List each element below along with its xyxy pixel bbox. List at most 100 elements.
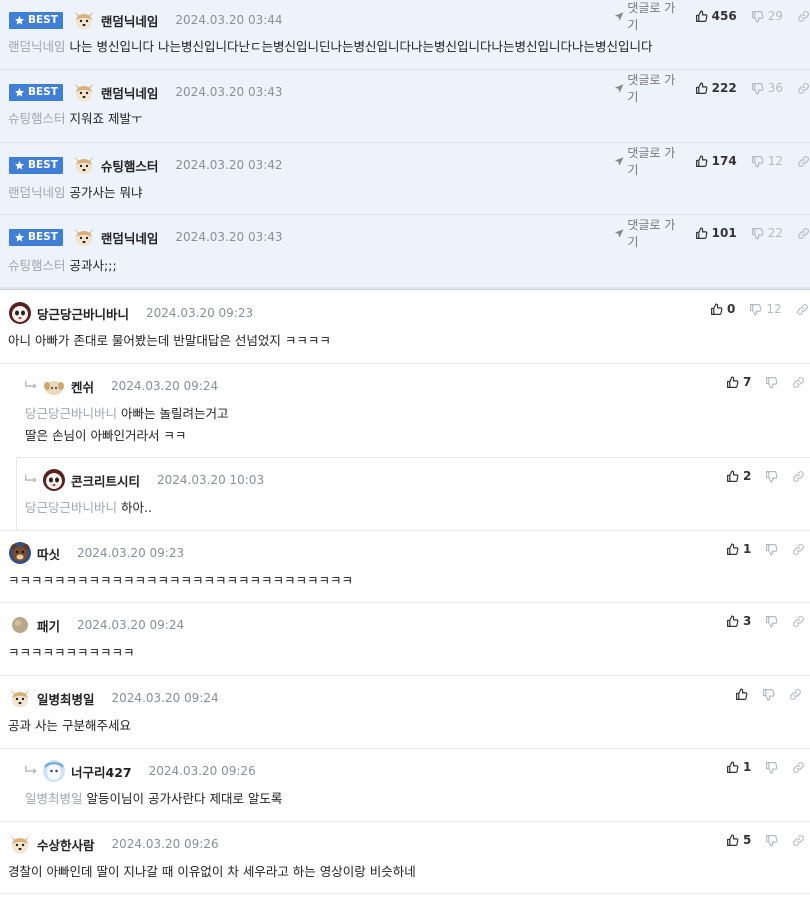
avatar[interactable] (8, 301, 32, 325)
upvote-button[interactable]: 3 (726, 614, 751, 628)
copy-link-button[interactable] (797, 82, 810, 95)
comment-nickname[interactable]: 따싯 (37, 544, 60, 563)
downvote-button[interactable]: 12 (749, 302, 782, 316)
downvote-button[interactable] (765, 470, 778, 483)
upvote-button[interactable]: 101 (695, 226, 737, 240)
avatar[interactable] (72, 225, 96, 249)
upvote-button[interactable]: 1 (726, 760, 751, 774)
send-icon (614, 11, 624, 22)
comment-nickname[interactable]: 켄쉬 (71, 377, 94, 396)
goto-comment-button[interactable]: 댓글로 가기 (614, 216, 683, 250)
goto-comment-button[interactable]: 댓글로 가기 (614, 0, 683, 33)
downvote-button[interactable] (765, 376, 778, 389)
comment-date: 2024.03.20 10:03 (157, 473, 265, 487)
comment-nickname[interactable]: 콘크리트시티 (71, 471, 140, 490)
avatar[interactable] (8, 686, 32, 710)
avatar[interactable] (42, 468, 66, 492)
copy-link-button[interactable] (796, 303, 809, 316)
thumbs-down-icon (765, 470, 778, 483)
copy-link-button[interactable] (792, 615, 805, 628)
reply-comment: 너구리427 2024.03.20 09:26 1 일병최병일 알등이님이 공가사… (0, 749, 810, 822)
copy-link-button[interactable] (792, 543, 805, 556)
downvote-button[interactable]: 29 (751, 9, 783, 23)
downvote-button[interactable] (765, 543, 778, 556)
avatar[interactable] (8, 541, 32, 565)
mention-nickname[interactable]: 일병최병일 (25, 791, 83, 806)
copy-link-button[interactable] (797, 10, 810, 23)
link-icon (792, 834, 805, 847)
thumbs-up-icon (695, 155, 708, 168)
avatar[interactable] (8, 832, 32, 856)
downvote-button[interactable] (765, 761, 778, 774)
copy-link-button[interactable] (792, 761, 805, 774)
thumbs-down-icon (765, 376, 778, 389)
comment-text-line2: 딸은 손님이 아빠인거라서 ㅋㅋ (25, 428, 187, 443)
mention-nickname[interactable]: 슈팅햄스터 (8, 258, 66, 273)
upvote-button[interactable]: 5 (726, 833, 751, 847)
comment-nickname[interactable]: 너구리427 (71, 762, 132, 781)
goto-comment-button[interactable]: 댓글로 가기 (614, 71, 683, 105)
copy-link-button[interactable] (792, 470, 805, 483)
copy-link-button[interactable] (797, 227, 810, 240)
avatar[interactable] (42, 374, 66, 398)
avatar[interactable] (8, 613, 32, 637)
avatar[interactable] (72, 153, 96, 177)
upvote-button[interactable]: 174 (695, 154, 737, 168)
copy-link-button[interactable] (797, 155, 810, 168)
comment-nickname[interactable]: 슈팅햄스터 (101, 156, 159, 175)
comment-nickname[interactable]: 패기 (37, 616, 60, 635)
comment: 당근당근바니바니 2024.03.20 09:23 0 12 아니 아빠가 존대… (0, 291, 810, 364)
upvote-button[interactable] (735, 688, 748, 701)
downvote-button[interactable]: 22 (751, 226, 783, 240)
downvote-button[interactable]: 12 (751, 154, 783, 168)
comment-nickname[interactable]: 수상한사람 (37, 835, 95, 854)
downvote-count: 12 (767, 154, 783, 168)
comment-nickname[interactable]: 일병최병일 (37, 689, 95, 708)
downvote-count: 22 (767, 226, 783, 240)
avatar[interactable] (72, 80, 96, 104)
reply-arrow-icon (24, 765, 38, 777)
mention-nickname[interactable]: 슈팅햄스터 (8, 111, 66, 126)
copy-link-button[interactable] (792, 834, 805, 847)
thumbs-down-icon (751, 10, 764, 23)
best-section-divider (0, 287, 810, 290)
avatar[interactable] (42, 759, 66, 783)
link-icon (797, 10, 810, 23)
copy-link-button[interactable] (789, 688, 802, 701)
downvote-button[interactable] (762, 688, 775, 701)
comment-date: 2024.03.20 03:43 (175, 85, 283, 99)
comment-nickname[interactable]: 랜덤닉네임 (101, 83, 159, 102)
upvote-button[interactable]: 222 (695, 81, 737, 95)
goto-comment-button[interactable]: 댓글로 가기 (614, 144, 683, 178)
avatar[interactable] (72, 8, 96, 32)
mention-nickname[interactable]: 랜덤닉네임 (8, 185, 66, 200)
upvote-button[interactable]: 456 (695, 9, 737, 23)
downvote-button[interactable] (765, 615, 778, 628)
mention-nickname[interactable]: 당근당근바니바니 (25, 406, 117, 421)
mention-nickname[interactable]: 랜덤닉네임 (8, 39, 66, 54)
thumbs-up-icon (695, 82, 708, 95)
thumbs-down-icon (765, 543, 778, 556)
downvote-button[interactable]: 36 (751, 81, 783, 95)
upvote-button[interactable]: 2 (726, 469, 751, 483)
upvote-button[interactable]: 1 (726, 542, 751, 556)
upvote-count: 222 (711, 81, 737, 95)
comment-nickname[interactable]: 랜덤닉네임 (101, 11, 159, 30)
upvote-button[interactable]: 7 (726, 375, 751, 389)
comment-date: 2024.03.20 09:24 (77, 618, 185, 632)
upvote-count: 456 (711, 9, 737, 23)
thumbs-down-icon (749, 303, 762, 316)
mention-nickname[interactable]: 당근당근바니바니 (25, 500, 117, 515)
comment-text: 공과 사는 구분해주세요 (8, 718, 131, 733)
reply-arrow-icon (24, 380, 38, 392)
comment-nickname[interactable]: 당근당근바니바니 (37, 304, 129, 323)
comment-date: 2024.03.20 03:42 (175, 158, 283, 172)
comment-nickname[interactable]: 랜덤닉네임 (101, 228, 159, 247)
thumbs-up-icon (726, 470, 739, 483)
link-icon (797, 82, 810, 95)
copy-link-button[interactable] (792, 376, 805, 389)
downvote-button[interactable] (765, 834, 778, 847)
comment-text: 공과사;;; (69, 258, 117, 273)
upvote-button[interactable]: 0 (710, 302, 735, 316)
downvote-count: 29 (767, 9, 783, 23)
